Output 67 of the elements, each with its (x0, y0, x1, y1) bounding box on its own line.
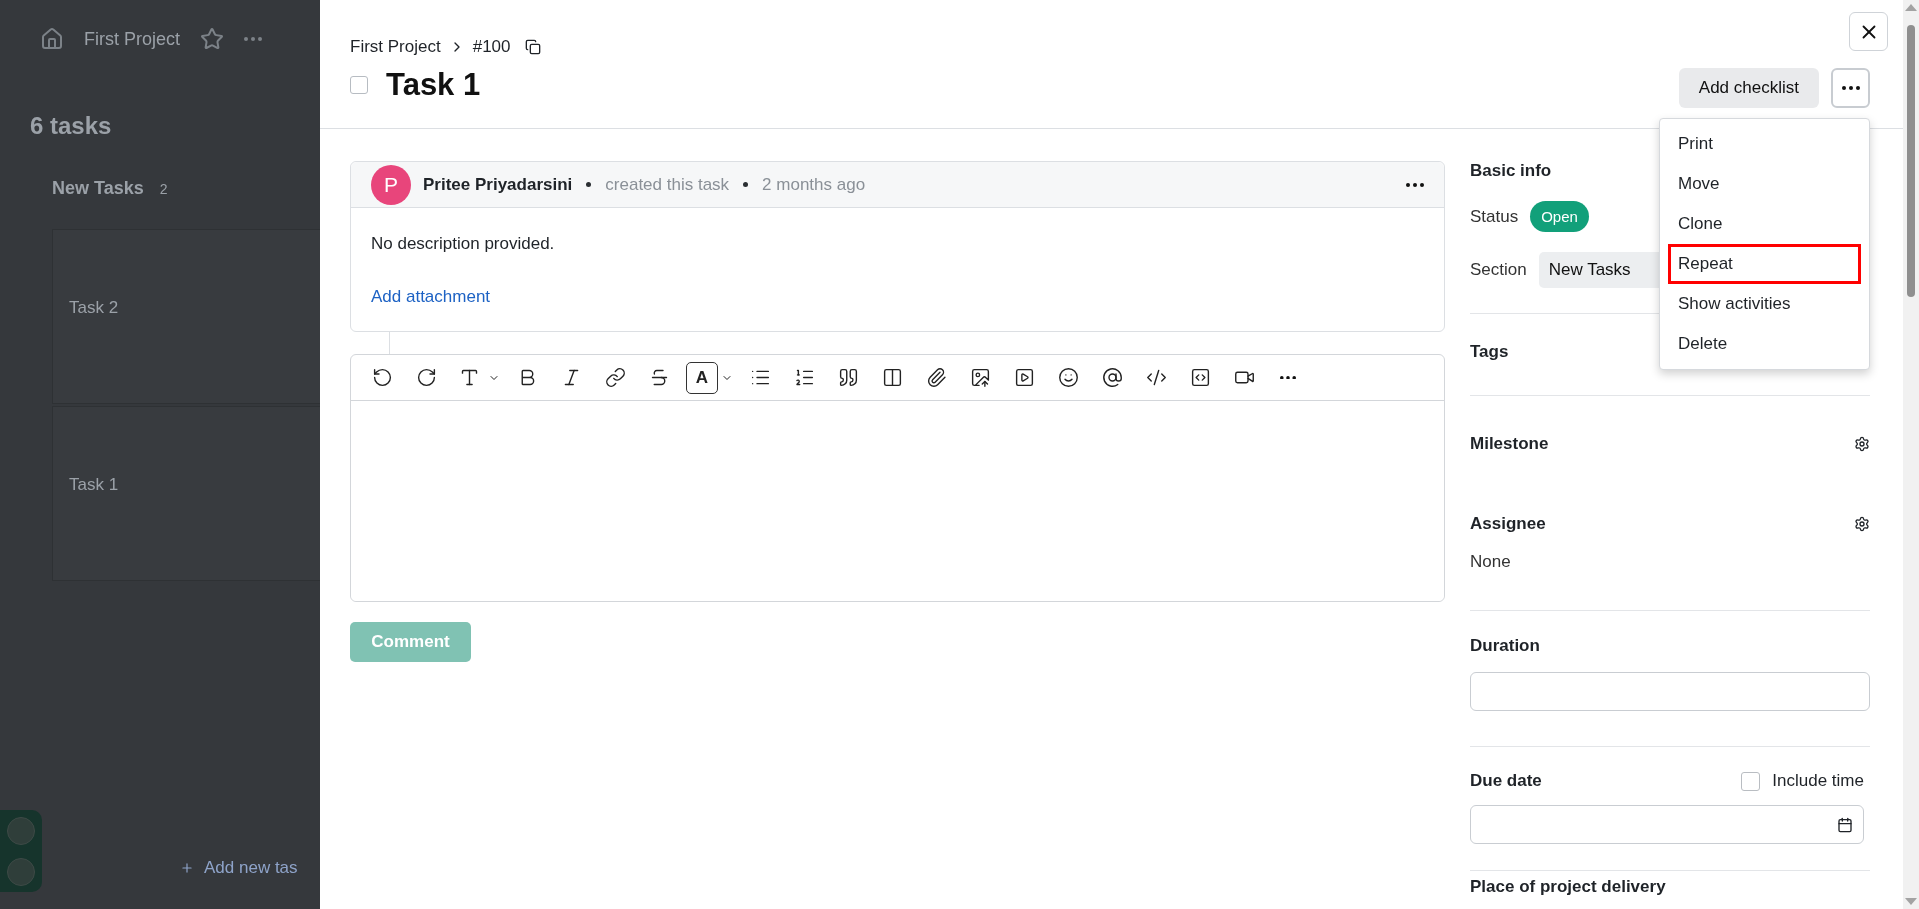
due-date-label: Due date (1470, 771, 1542, 791)
separator-dot (586, 182, 592, 187)
calendar-icon[interactable] (1837, 816, 1853, 833)
complete-checkbox[interactable] (350, 76, 368, 94)
menu-item[interactable]: Repeat (1668, 244, 1861, 284)
task-card[interactable]: Task 2 (52, 229, 320, 404)
redo-icon (415, 367, 437, 388)
play-icon (1013, 367, 1035, 388)
milestone-label: Milestone (1470, 434, 1549, 454)
section-title: New Tasks (52, 178, 144, 199)
code-block-icon (1189, 367, 1211, 388)
menu-item[interactable]: Delete (1668, 324, 1861, 364)
duration-label: Duration (1470, 636, 1540, 656)
more-button[interactable] (1831, 68, 1870, 108)
menu-item[interactable]: Move (1668, 164, 1861, 204)
numbered-list-icon (793, 367, 815, 388)
task-title: Task 1 (386, 67, 481, 103)
section-label: Section (1470, 260, 1527, 280)
task-id: #100 (472, 37, 511, 57)
plus-icon (180, 861, 194, 875)
more-icon (1280, 375, 1296, 380)
more-icon (1841, 86, 1860, 90)
place-of-delivery-label: Place of project delivery (1470, 877, 1666, 897)
task-title: Task 2 (69, 298, 119, 317)
breadcrumb-project[interactable]: First Project (350, 37, 441, 57)
activity-time: 2 months ago (762, 174, 866, 195)
add-checklist-button[interactable]: Add checklist (1678, 68, 1819, 108)
due-date-input[interactable] (1470, 805, 1864, 844)
project-name: First Project (84, 28, 180, 50)
image-upload-icon (969, 367, 991, 388)
at-sign-icon (1101, 367, 1123, 388)
more-icon[interactable] (1406, 182, 1424, 187)
code-icon (1145, 367, 1167, 388)
undo-icon (371, 367, 393, 388)
task-title: Task 1 (69, 475, 119, 494)
separator-dot (743, 182, 749, 187)
section-count: 2 (159, 180, 168, 197)
include-time-label: Include time (1772, 771, 1864, 791)
description-text: No description provided. (371, 234, 556, 254)
add-attachment-link[interactable]: Add attachment (371, 287, 491, 306)
assignee-value: None (1470, 552, 1511, 572)
quote-icon (837, 367, 859, 388)
link-icon (604, 367, 626, 388)
menu-item[interactable]: Print (1668, 124, 1861, 164)
copy-icon[interactable] (524, 39, 541, 55)
add-task-link[interactable]: Add new tas (204, 858, 298, 878)
menu-item[interactable]: Clone (1668, 204, 1861, 244)
task-card[interactable]: Task 1 (52, 406, 320, 581)
tags-label: Tags (1470, 342, 1509, 362)
close-button[interactable] (1849, 12, 1888, 51)
include-time-checkbox[interactable] (1741, 771, 1761, 791)
basic-info-heading: Basic info (1470, 161, 1553, 181)
gear-icon[interactable] (1854, 516, 1870, 532)
task-count: 6 tasks (30, 112, 112, 139)
smiley-icon (1057, 367, 1079, 388)
star-icon[interactable] (200, 27, 224, 51)
activity-action: created this task (605, 174, 730, 195)
assignee-label: Assignee (1470, 514, 1546, 534)
scrollbar-thumb[interactable] (1907, 25, 1915, 297)
avatar: P (371, 164, 411, 205)
duration-input[interactable] (1470, 672, 1870, 711)
paperclip-icon (925, 367, 947, 388)
columns-icon (881, 367, 903, 388)
author-name: Pritee Priyadarsini (423, 174, 573, 195)
status-label: Status (1470, 206, 1519, 227)
home-icon[interactable] (40, 27, 64, 51)
gear-icon[interactable] (1854, 436, 1870, 452)
